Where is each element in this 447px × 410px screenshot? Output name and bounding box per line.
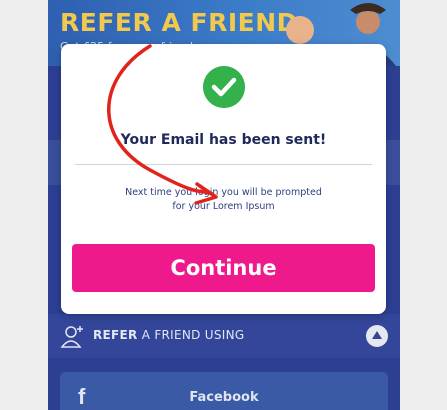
dialog-message: Next time you login you will be prompted… (101, 186, 346, 214)
success-dialog: Your Email has been sent! Next time you … (61, 44, 386, 314)
continue-button[interactable]: Continue (72, 244, 375, 292)
dialog-message-line-1: Next time you login you will be prompted (125, 187, 322, 198)
divider (75, 164, 372, 165)
check-circle-icon (203, 66, 245, 108)
dialog-message-line-2: for your Lorem Ipsum (172, 201, 275, 212)
dialog-title: Your Email has been sent! (120, 132, 327, 148)
